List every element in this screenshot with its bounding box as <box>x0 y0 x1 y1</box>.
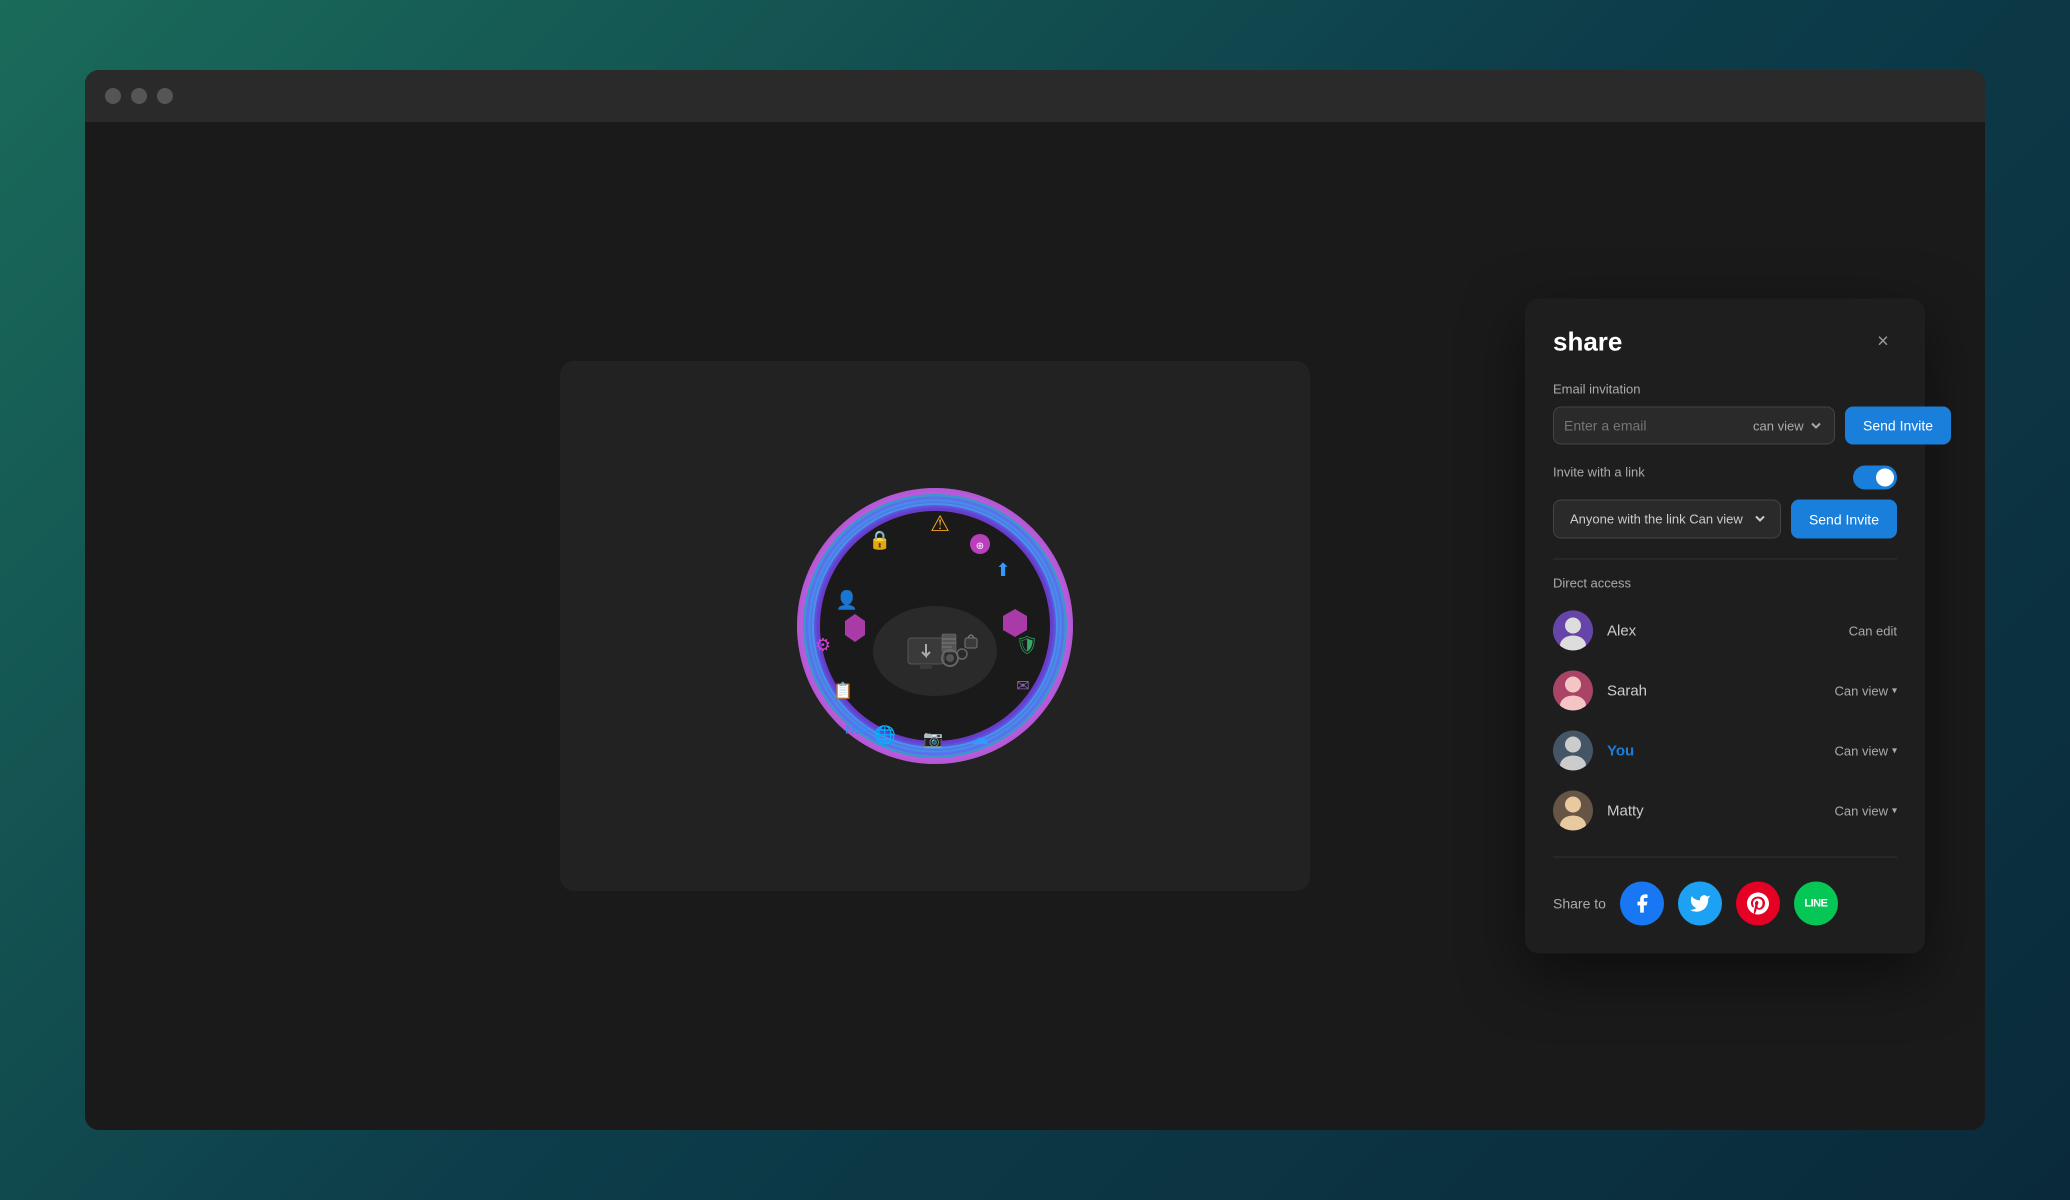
doc-icon: 📋 <box>833 681 853 700</box>
share-title: share <box>1553 327 1622 358</box>
cloud-upload-icon: ⬆ <box>995 560 1010 580</box>
twitter-share-button[interactable] <box>1678 882 1722 926</box>
titlebar <box>85 70 1985 122</box>
permission-matty[interactable]: Can view ▾ <box>1835 803 1898 818</box>
globe-icon: 🌐 <box>874 724 896 745</box>
link-permission-select[interactable]: Anyone with the link Can view Anyone wit… <box>1566 501 1768 538</box>
camera-icon: 📷 <box>923 731 943 748</box>
user-name-you: You <box>1607 742 1821 759</box>
avatar-sarah <box>1553 671 1593 711</box>
warning-icon: ⚠ <box>930 511 950 536</box>
user-row-matty: Matty Can view ▾ <box>1553 781 1897 841</box>
user-name-matty: Matty <box>1607 802 1821 819</box>
cloud-illustration: ⚠ 🔒 👤 ⚙ 📋 🌐 📷 ☁ <box>785 476 1085 776</box>
email-row: can view can edit Send Invite <box>1553 407 1897 445</box>
user-name-sarah: Sarah <box>1607 682 1821 699</box>
permission-sarah[interactable]: Can view ▾ <box>1835 683 1898 698</box>
user-name-alex: Alex <box>1607 622 1835 639</box>
share-to-label: Share to <box>1553 896 1606 912</box>
pinterest-share-button[interactable] <box>1736 882 1780 926</box>
line-label: LINE <box>1804 898 1827 910</box>
link-section: Invite with a link Anyone with the link … <box>1553 465 1897 539</box>
traffic-light-maximize <box>157 88 173 104</box>
link-toggle[interactable] <box>1853 465 1897 489</box>
chevron-sarah: ▾ <box>1892 685 1897 696</box>
divider-2 <box>1553 857 1897 858</box>
cloud-group <box>873 606 997 696</box>
email-icon: ✉ <box>1016 678 1029 695</box>
link-row-header: Invite with a link <box>1553 465 1897 490</box>
traffic-light-close <box>105 88 121 104</box>
shield-icon: 🛡 <box>1016 635 1039 655</box>
link-select-wrapper: Anyone with the link Can view Anyone wit… <box>1553 500 1781 539</box>
window-content: ⚠ 🔒 👤 ⚙ 📋 🌐 📷 ☁ <box>85 122 1985 1130</box>
direct-access-label: Direct access <box>1553 576 1897 591</box>
user-icon: 👤 <box>836 589 858 610</box>
chevron-you: ▾ <box>1892 745 1897 756</box>
facebook-share-button[interactable] <box>1620 882 1664 926</box>
preview-box: ⚠ 🔒 👤 ⚙ 📋 🌐 📷 ☁ <box>560 361 1310 891</box>
divider-1 <box>1553 559 1897 560</box>
traffic-lights <box>105 88 173 104</box>
link-invite-row: Anyone with the link Can view Anyone wit… <box>1553 500 1897 539</box>
email-section-label: Email invitation <box>1553 382 1897 397</box>
email-input[interactable] <box>1564 408 1745 444</box>
settings-icon: ⚙ <box>815 635 831 655</box>
share-panel: share × Email invitation can view can ed… <box>1525 299 1925 954</box>
close-button[interactable]: × <box>1869 328 1897 356</box>
user-row-alex: Alex Can edit <box>1553 601 1897 661</box>
link-section-label: Invite with a link <box>1553 465 1645 480</box>
avatar-alex <box>1553 611 1593 651</box>
email-section: Email invitation can view can edit Send … <box>1553 382 1897 445</box>
email-input-wrapper: can view can edit <box>1553 407 1835 445</box>
email-permission-select[interactable]: can view can edit <box>1745 417 1824 434</box>
user-row-you: You Can view ▾ <box>1553 721 1897 781</box>
share-header: share × <box>1553 327 1897 358</box>
traffic-light-minimize <box>131 88 147 104</box>
avatar-you <box>1553 731 1593 771</box>
network-icon: ⊕ <box>976 541 984 552</box>
permission-alex: Can edit <box>1849 623 1897 638</box>
chevron-matty: ▾ <box>1892 805 1897 816</box>
avatar-matty <box>1553 791 1593 831</box>
tag-icon: N54 <box>845 722 869 737</box>
user-row-sarah: Sarah Can view ▾ <box>1553 661 1897 721</box>
cloud-bottom-icon: ☁ <box>971 728 989 748</box>
lock-top-icon: 🔒 <box>869 530 891 550</box>
app-window: ⚠ 🔒 👤 ⚙ 📋 🌐 📷 ☁ <box>85 70 1985 1130</box>
email-send-invite-button[interactable]: Send Invite <box>1845 407 1951 445</box>
direct-access-section: Direct access Alex Can edit <box>1553 576 1897 841</box>
permission-you[interactable]: Can view ▾ <box>1835 743 1898 758</box>
line-share-button[interactable]: LINE <box>1794 882 1838 926</box>
link-send-invite-button[interactable]: Send Invite <box>1791 500 1897 539</box>
share-to-row: Share to LINE <box>1553 874 1897 926</box>
